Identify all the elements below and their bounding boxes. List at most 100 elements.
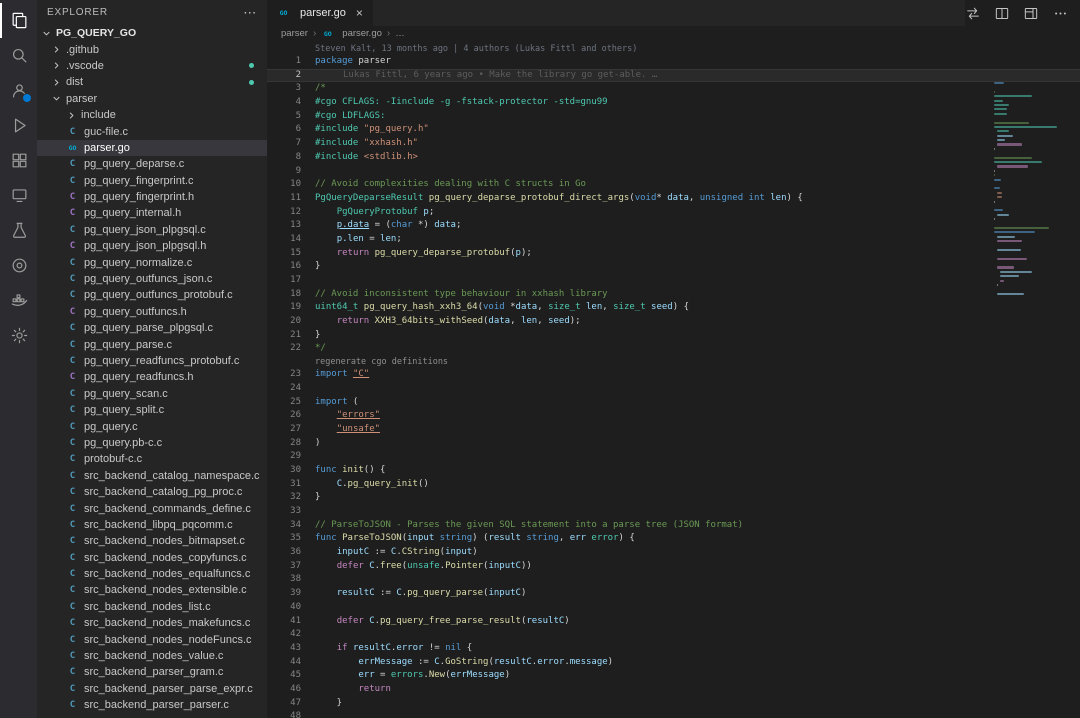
code-line-27[interactable]: 27 "unsafe" (267, 423, 1080, 437)
code-line-7[interactable]: 7#include "xxhash.h" (267, 137, 1080, 151)
tree-item-pg-query-outfuncs-json-c[interactable]: Cpg_query_outfuncs_json.c (37, 271, 267, 287)
tree-item-dist[interactable]: dist (37, 74, 267, 90)
code-line-8[interactable]: 8#include <stdlib.h> (267, 151, 1080, 165)
code-line-35[interactable]: 35func ParseToJSON(input string) (result… (267, 532, 1080, 546)
tree-item-src-backend-parser-parse-expr-c[interactable]: Csrc_backend_parser_parse_expr.c (37, 681, 267, 697)
tree-item-src-backend-nodes-list-c[interactable]: Csrc_backend_nodes_list.c (37, 599, 267, 615)
live-share-icon[interactable] (0, 248, 37, 283)
code-line-32[interactable]: 32} (267, 491, 1080, 505)
tree-item-pg-query-outfuncs-h[interactable]: Cpg_query_outfuncs.h (37, 304, 267, 320)
tree-item-include[interactable]: include (37, 107, 267, 123)
code-editor[interactable]: Steven Kalt, 13 months ago | 4 authors (… (267, 41, 1080, 718)
code-line-1[interactable]: 1package parser (267, 55, 1080, 69)
tree-item-src-backend-nodes-makefuncs-c[interactable]: Csrc_backend_nodes_makefuncs.c (37, 615, 267, 631)
tree-item-pg-query-normalize-c[interactable]: Cpg_query_normalize.c (37, 254, 267, 270)
tree-item-pg-query-fingerprint-h[interactable]: Cpg_query_fingerprint.h (37, 189, 267, 205)
tree-item-pg-query-outfuncs-protobuf-c[interactable]: Cpg_query_outfuncs_protobuf.c (37, 287, 267, 303)
code-line-2[interactable]: 2Lukas Fittl, 6 years ago • Make the lib… (267, 69, 1080, 83)
tree-item-pg-query-fingerprint-c[interactable]: Cpg_query_fingerprint.c (37, 173, 267, 189)
code-line-15[interactable]: 15 return pg_query_deparse_protobuf(p); (267, 247, 1080, 261)
tree-item-protobuf-c-c[interactable]: Cprotobuf-c.c (37, 451, 267, 467)
code-line-11[interactable]: 11PgQueryDeparseResult pg_query_deparse_… (267, 192, 1080, 206)
code-line-14[interactable]: 14 p.len = len; (267, 233, 1080, 247)
tree-item-pg-query-readfuncs-protobuf-c[interactable]: Cpg_query_readfuncs_protobuf.c (37, 353, 267, 369)
code-line-30[interactable]: 30func init() { (267, 464, 1080, 478)
account-icon[interactable] (0, 73, 37, 108)
tree-item-src-backend-nodes-extensible-c[interactable]: Csrc_backend_nodes_extensible.c (37, 582, 267, 598)
code-line-38[interactable]: 38 (267, 573, 1080, 587)
tree-item-pg-query-readfuncs-h[interactable]: Cpg_query_readfuncs.h (37, 369, 267, 385)
tree-item-src-backend-catalog-pg-proc-c[interactable]: Csrc_backend_catalog_pg_proc.c (37, 484, 267, 500)
code-line-19[interactable]: 19uint64_t pg_query_hash_xxh3_64(void *d… (267, 301, 1080, 315)
code-line-47[interactable]: 47 } (267, 697, 1080, 711)
open-changes-icon[interactable] (965, 5, 981, 21)
more-actions-icon[interactable] (1052, 5, 1068, 21)
code-line-33[interactable]: 33 (267, 505, 1080, 519)
code-line-39[interactable]: 39 resultC := C.pg_query_parse(inputC) (267, 587, 1080, 601)
close-tab-icon[interactable]: × (356, 6, 363, 20)
code-line-6[interactable]: 6#include "pg_query.h" (267, 123, 1080, 137)
code-line-40[interactable]: 40 (267, 601, 1080, 615)
code-line-42[interactable]: 42 (267, 628, 1080, 642)
tree-item--vscode[interactable]: .vscode (37, 58, 267, 74)
code-line-23[interactable]: 23import "C" (267, 368, 1080, 382)
code-line-41[interactable]: 41 defer C.pg_query_free_parse_result(re… (267, 615, 1080, 629)
docker-icon[interactable] (0, 283, 37, 318)
code-line-17[interactable]: 17 (267, 274, 1080, 288)
tree-item-pg-query-c[interactable]: Cpg_query.c (37, 418, 267, 434)
breadcrumb-item[interactable]: GOparser.go (321, 28, 382, 39)
tree-item-pg-query-scan-c[interactable]: Cpg_query_scan.c (37, 386, 267, 402)
code-line-22[interactable]: 22*/ (267, 342, 1080, 356)
code-line-9[interactable]: 9 (267, 165, 1080, 179)
tree-item-pg-query-pb-c-c[interactable]: Cpg_query.pb-c.c (37, 435, 267, 451)
settings-sync-icon[interactable] (0, 318, 37, 353)
code-line-24[interactable]: 24 (267, 382, 1080, 396)
tree-item-parser-go[interactable]: GOparser.go (37, 140, 267, 156)
remote-explorer-icon[interactable] (0, 178, 37, 213)
code-line-3[interactable]: 3/* (267, 82, 1080, 96)
code-line-18[interactable]: 18// Avoid inconsistent type behaviour i… (267, 288, 1080, 302)
tree-item-pg-query-split-c[interactable]: Cpg_query_split.c (37, 402, 267, 418)
tree-item-src-backend-commands-define-c[interactable]: Csrc_backend_commands_define.c (37, 500, 267, 516)
layout-icon[interactable] (1023, 5, 1039, 21)
code-line-20[interactable]: 20 return XXH3_64bits_withSeed(data, len… (267, 315, 1080, 329)
code-line-48[interactable]: 48 (267, 710, 1080, 718)
breadcrumb-item[interactable]: parser (281, 28, 308, 39)
tree-item-src-backend-nodes-bitmapset-c[interactable]: Csrc_backend_nodes_bitmapset.c (37, 533, 267, 549)
tree-item-src-backend-catalog-namespace-c[interactable]: Csrc_backend_catalog_namespace.c (37, 468, 267, 484)
codelens[interactable]: regenerate cgo definitions (267, 356, 1080, 368)
gitlens-blame-header[interactable]: Steven Kalt, 13 months ago | 4 authors (… (267, 43, 1080, 55)
code-line-43[interactable]: 43 if resultC.error != nil { (267, 642, 1080, 656)
tree-item-src-backend-nodes-equalfuncs-c[interactable]: Csrc_backend_nodes_equalfuncs.c (37, 566, 267, 582)
code-line-37[interactable]: 37 defer C.free(unsafe.Pointer(inputC)) (267, 560, 1080, 574)
code-line-34[interactable]: 34// ParseToJSON - Parses the given SQL … (267, 519, 1080, 533)
search-icon[interactable] (0, 38, 37, 73)
tree-item-src-backend-libpq-pqcomm-c[interactable]: Csrc_backend_libpq_pqcomm.c (37, 517, 267, 533)
tree-item--github[interactable]: .github (37, 41, 267, 57)
code-line-29[interactable]: 29 (267, 450, 1080, 464)
code-line-4[interactable]: 4#cgo CFLAGS: -Iinclude -g -fstack-prote… (267, 96, 1080, 110)
tree-item-pg-query-go[interactable]: PG_QUERY_GO (37, 25, 267, 41)
tree-item-pg-query-json-plpgsql-h[interactable]: Cpg_query_json_plpgsql.h (37, 238, 267, 254)
code-line-36[interactable]: 36 inputC := C.CString(input) (267, 546, 1080, 560)
tree-item-src-backend-nodes-copyfuncs-c[interactable]: Csrc_backend_nodes_copyfuncs.c (37, 550, 267, 566)
tree-item-pg-query-parse-c[interactable]: Cpg_query_parse.c (37, 336, 267, 352)
breadcrumb-item[interactable]: … (395, 28, 405, 39)
testing-icon[interactable] (0, 213, 37, 248)
more-actions-icon[interactable]: ⋯ (243, 5, 257, 21)
code-line-46[interactable]: 46 return (267, 683, 1080, 697)
code-line-16[interactable]: 16} (267, 260, 1080, 274)
code-line-45[interactable]: 45 err = errors.New(errMessage) (267, 669, 1080, 683)
split-editor-icon[interactable] (994, 5, 1010, 21)
explorer-icon[interactable] (0, 3, 37, 38)
tree-item-src-backend-nodes-value-c[interactable]: Csrc_backend_nodes_value.c (37, 648, 267, 664)
tree-item-pg-query-internal-h[interactable]: Cpg_query_internal.h (37, 205, 267, 221)
tree-item-pg-query-json-plpgsql-c[interactable]: Cpg_query_json_plpgsql.c (37, 222, 267, 238)
tab-parser-go[interactable]: GO parser.go × (267, 0, 373, 26)
tree-item-parser[interactable]: parser (37, 91, 267, 107)
code-line-31[interactable]: 31 C.pg_query_init() (267, 478, 1080, 492)
run-debug-icon[interactable] (0, 108, 37, 143)
code-line-28[interactable]: 28) (267, 437, 1080, 451)
tree-item-src-backend-nodes-nodefuncs-c[interactable]: Csrc_backend_nodes_nodeFuncs.c (37, 631, 267, 647)
code-line-13[interactable]: 13 p.data = (char *) data; (267, 219, 1080, 233)
